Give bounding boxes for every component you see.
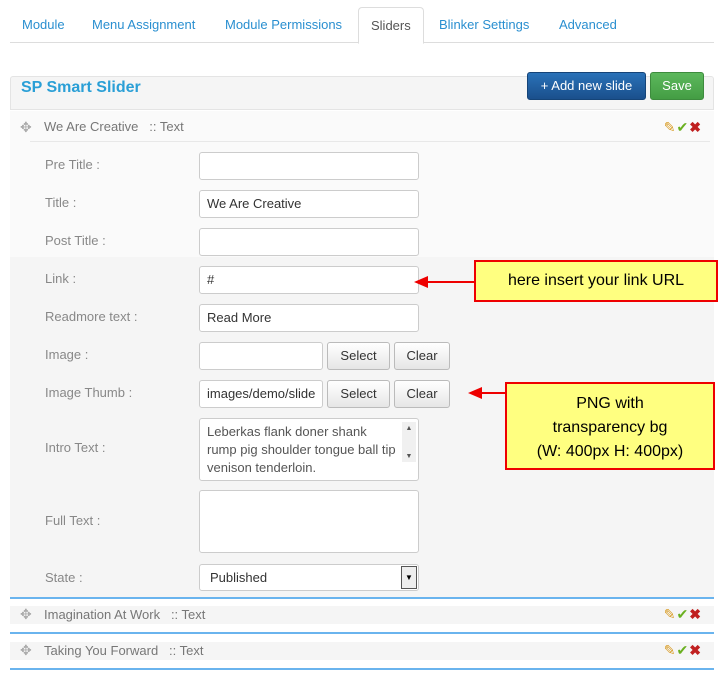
pencil-icon[interactable]: ✎ — [664, 642, 677, 658]
intro-text-label: Intro Text : — [45, 440, 106, 455]
scrollbar[interactable]: ▲ ▼ — [402, 422, 416, 462]
close-icon[interactable]: ✖ — [689, 642, 702, 658]
callout-line: transparency bg — [552, 419, 668, 436]
callout-line: (W: 400px H: 400px) — [536, 443, 684, 460]
post-title-input[interactable] — [199, 228, 419, 256]
arrow-head-icon — [468, 387, 482, 399]
thumb-clear-button[interactable]: Clear — [394, 380, 450, 408]
post-title-label: Post Title : — [45, 233, 106, 248]
annotation-arrow — [480, 392, 506, 394]
link-label: Link : — [45, 271, 77, 286]
check-icon[interactable]: ✔ — [677, 606, 690, 622]
image-input[interactable] — [199, 342, 323, 370]
image-clear-button[interactable]: Clear — [394, 342, 450, 370]
panel-title: SP Smart Slider — [21, 79, 141, 96]
chevron-down-icon[interactable]: ▼ — [401, 566, 417, 589]
tab-module[interactable]: Module — [22, 17, 65, 32]
readmore-input[interactable]: Read More — [199, 304, 419, 332]
arrow-head-icon — [414, 276, 428, 288]
slide-item: ✥ Taking You Forward :: Text ✎✔✖ — [10, 636, 714, 670]
full-text-area[interactable] — [199, 490, 419, 553]
move-icon[interactable]: ✥ — [20, 119, 32, 136]
close-icon[interactable]: ✖ — [689, 119, 702, 135]
add-new-slide-button[interactable]: + Add new slide — [527, 72, 646, 100]
state-label: State : — [45, 570, 83, 585]
image-thumb-label: Image Thumb : — [45, 385, 133, 400]
image-label: Image : — [45, 347, 89, 362]
tab-sliders[interactable]: Sliders — [358, 7, 424, 44]
title-label: Title : — [45, 195, 77, 210]
slide-title[interactable]: We Are Creative :: Text — [44, 119, 184, 134]
pencil-icon[interactable]: ✎ — [664, 119, 677, 135]
annotation-arrow — [425, 281, 475, 283]
callout-line: PNG with — [576, 395, 644, 412]
move-icon[interactable]: ✥ — [20, 606, 32, 623]
intro-text-area[interactable]: Leberkas flank doner shank rump pig shou… — [199, 418, 419, 481]
full-text-label: Full Text : — [45, 513, 101, 528]
close-icon[interactable]: ✖ — [689, 606, 702, 622]
check-icon[interactable]: ✔ — [677, 119, 690, 135]
slide-title[interactable]: Imagination At Work :: Text — [44, 607, 205, 622]
slide-item: ✥ Imagination At Work :: Text ✎✔✖ — [10, 600, 714, 634]
save-button[interactable]: Save — [650, 72, 704, 100]
check-icon[interactable]: ✔ — [677, 642, 690, 658]
pre-title-input[interactable] — [199, 152, 419, 180]
link-callout: here insert your link URL — [474, 260, 718, 302]
thumb-select-button[interactable]: Select — [327, 380, 390, 408]
image-select-button[interactable]: Select — [327, 342, 390, 370]
state-select[interactable]: Published — [199, 564, 419, 591]
tab-menu-assignment[interactable]: Menu Assignment — [92, 17, 195, 32]
state-value: Published — [210, 570, 268, 585]
tab-blinker-settings[interactable]: Blinker Settings — [439, 17, 529, 32]
pencil-icon[interactable]: ✎ — [664, 606, 677, 622]
slide-title[interactable]: Taking You Forward :: Text — [44, 643, 203, 658]
image-thumb-input[interactable]: images/demo/slide — [199, 380, 323, 408]
thumb-callout: PNG with transparency bg (W: 400px H: 40… — [505, 382, 715, 470]
pre-title-label: Pre Title : — [45, 157, 100, 172]
move-icon[interactable]: ✥ — [20, 642, 32, 659]
tab-advanced[interactable]: Advanced — [559, 17, 617, 32]
title-input[interactable]: We Are Creative — [199, 190, 419, 218]
readmore-label: Readmore text : — [45, 309, 138, 324]
link-input[interactable]: # — [199, 266, 419, 294]
tab-bar: Module Menu Assignment Module Permission… — [10, 0, 714, 44]
tab-module-permissions[interactable]: Module Permissions — [225, 17, 342, 32]
